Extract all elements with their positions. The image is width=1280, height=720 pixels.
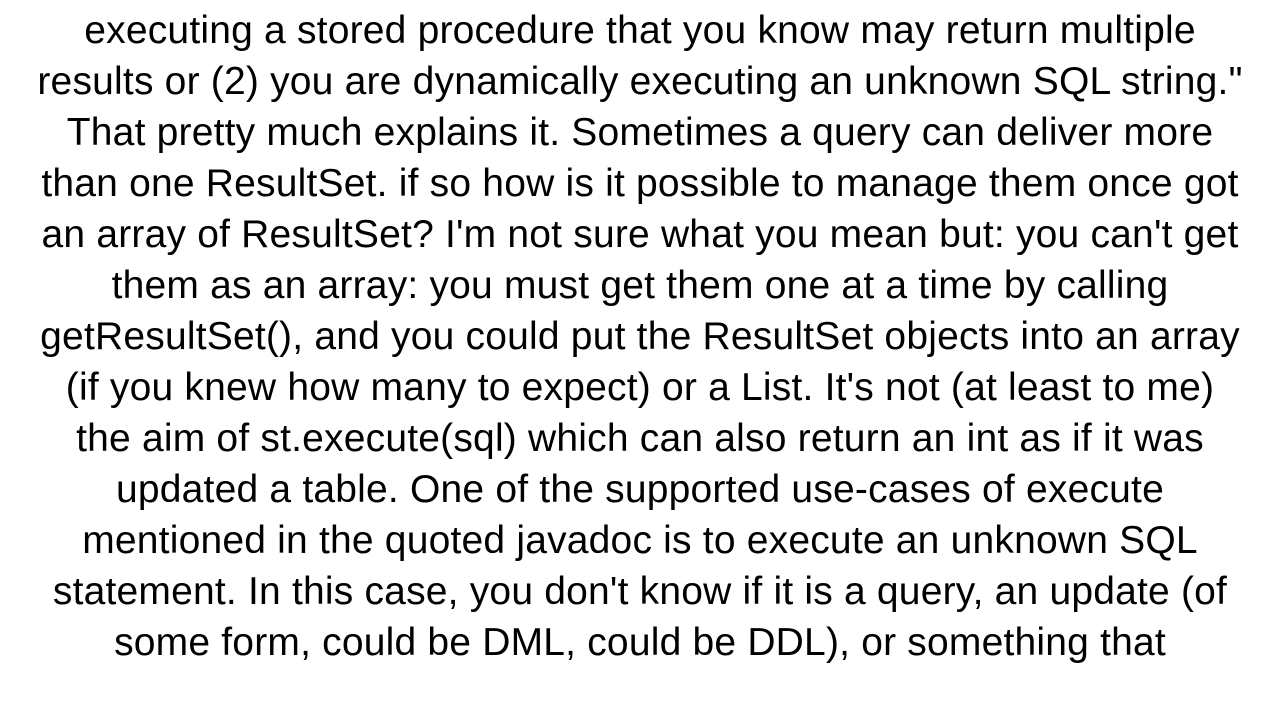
document-body-text: method, you should normally ignore this … (0, 0, 1280, 668)
document-viewport: method, you should normally ignore this … (0, 0, 1280, 720)
